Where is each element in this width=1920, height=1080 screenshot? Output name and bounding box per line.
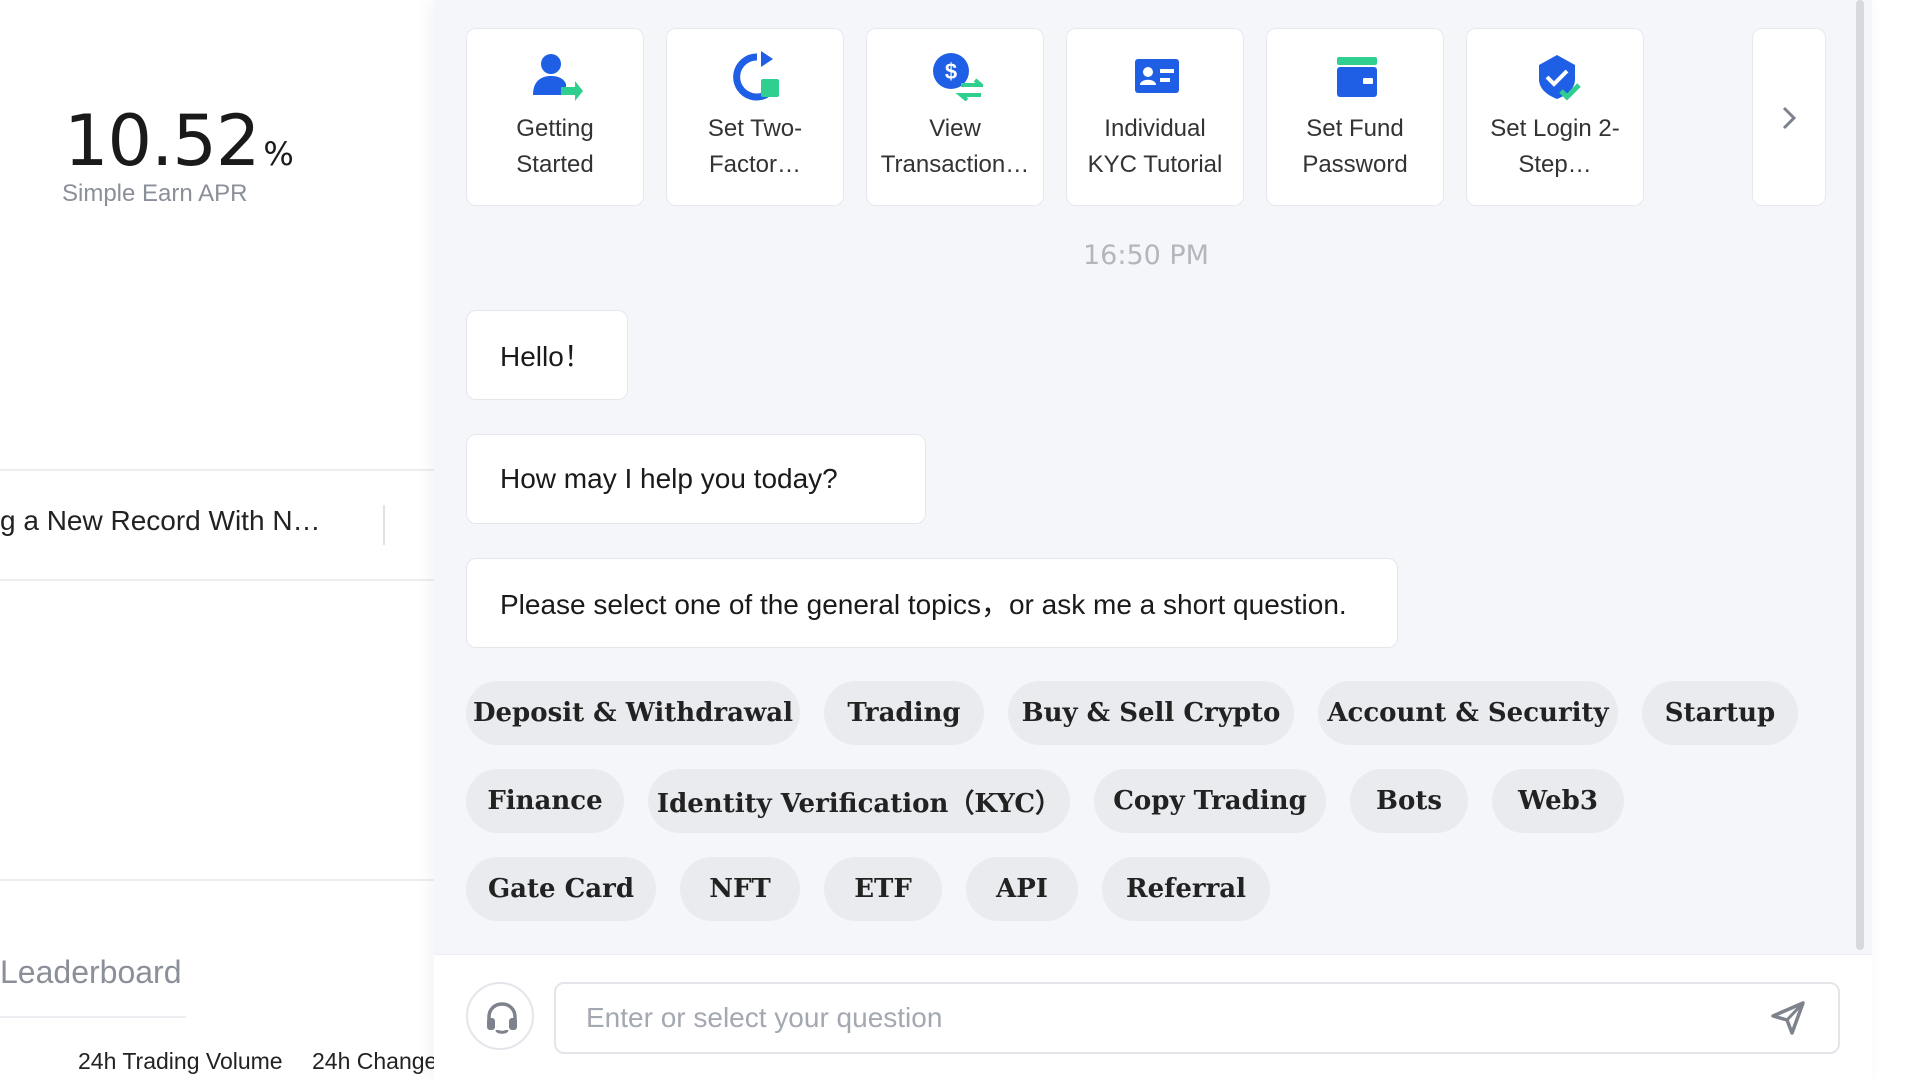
topic-chip-bots[interactable]: Bots xyxy=(1350,769,1468,833)
send-icon[interactable] xyxy=(1770,1000,1806,1036)
topic-chip-gate-card[interactable]: Gate Card xyxy=(466,857,656,921)
dollar-exchange-icon: $ xyxy=(933,53,983,102)
bot-message: How may I help you today? xyxy=(466,434,926,524)
bot-message: Please select one of the general topics，… xyxy=(466,558,1398,648)
topic-chip-identity-verification[interactable]: Identity Verification（KYC） xyxy=(648,769,1070,833)
topic-chip-startup[interactable]: Startup xyxy=(1642,681,1798,745)
message-text: How may I help you today? xyxy=(500,463,838,494)
topic-chip-buy-sell-crypto[interactable]: Buy & Sell Crypto xyxy=(1008,681,1294,745)
chat-scrollbar[interactable] xyxy=(1856,0,1864,950)
quick-card-label: Set Two-Factor… xyxy=(707,115,803,178)
topic-chip-etf[interactable]: ETF xyxy=(824,857,942,921)
wallet-icon xyxy=(1337,57,1377,97)
apr-value: 10.52% xyxy=(64,100,294,182)
topic-chip-nft[interactable]: NFT xyxy=(680,857,800,921)
apr-unit: % xyxy=(263,135,293,173)
id-card-icon xyxy=(1135,59,1179,93)
topic-chip-referral[interactable]: Referral xyxy=(1102,857,1270,921)
divider xyxy=(0,469,434,471)
quick-card-kyc-tutorial[interactable]: Individual KYC Tutorial xyxy=(1066,28,1244,206)
topic-chip-trading[interactable]: Trading xyxy=(824,681,984,745)
quick-card-login-2step[interactable]: Set Login 2-Step… xyxy=(1466,28,1644,206)
quick-card-label: View Transaction… xyxy=(880,115,1030,178)
topic-chip-account-security[interactable]: Account & Security xyxy=(1318,681,1618,745)
topic-chip-finance[interactable]: Finance xyxy=(466,769,624,833)
user-arrow-icon xyxy=(533,54,583,101)
quick-card-view-transaction[interactable]: $ View Transaction… xyxy=(866,28,1044,206)
question-input[interactable] xyxy=(586,994,1746,1042)
quick-card-label: Getting Started xyxy=(516,115,594,178)
svg-text:$: $ xyxy=(945,59,957,84)
topic-chip-copy-trading[interactable]: Copy Trading xyxy=(1094,769,1326,833)
divider xyxy=(0,879,434,881)
quick-card-fund-password[interactable]: Set Fund Password xyxy=(1266,28,1444,206)
message-text: Please select one of the general topics，… xyxy=(500,589,1347,620)
divider xyxy=(0,1016,186,1018)
human-agent-button[interactable] xyxy=(466,982,534,1050)
quick-card-label: Individual KYC Tutorial xyxy=(1087,115,1223,178)
topic-chip-deposit-withdrawal[interactable]: Deposit & Withdrawal xyxy=(466,681,800,745)
message-timestamp: 16:50 PM xyxy=(1083,240,1209,271)
topic-chip-web3[interactable]: Web3 xyxy=(1492,769,1624,833)
divider xyxy=(383,505,385,545)
column-header-volume[interactable]: 24h Trading Volume xyxy=(78,1048,283,1075)
quick-card-two-factor[interactable]: Set Two-Factor… xyxy=(666,28,844,206)
cards-next-button[interactable] xyxy=(1752,28,1826,206)
quick-card-label: Set Fund Password xyxy=(1302,115,1408,178)
topic-chip-api[interactable]: API xyxy=(966,857,1078,921)
divider xyxy=(0,579,434,581)
shield-check-icon xyxy=(1539,55,1581,101)
column-header-change[interactable]: 24h Change xyxy=(312,1048,434,1075)
quick-card-getting-started[interactable]: Getting Started xyxy=(466,28,644,206)
background-page: 10.52% Simple Earn APR g a New Record Wi… xyxy=(0,0,434,1080)
message-text: Hello！ xyxy=(500,341,592,372)
leaderboard-tab[interactable]: Leaderboard xyxy=(0,954,181,991)
refresh-square-icon xyxy=(733,51,779,101)
quick-card-label: Set Login 2-Step… xyxy=(1490,115,1620,178)
headset-icon xyxy=(487,1002,517,1034)
chevron-right-icon xyxy=(1782,106,1797,130)
apr-label: Simple Earn APR xyxy=(62,180,248,207)
bot-message: Hello！ xyxy=(466,310,628,400)
question-input-box[interactable] xyxy=(554,982,1840,1054)
news-headline-link[interactable]: g a New Record With N… xyxy=(0,505,321,537)
